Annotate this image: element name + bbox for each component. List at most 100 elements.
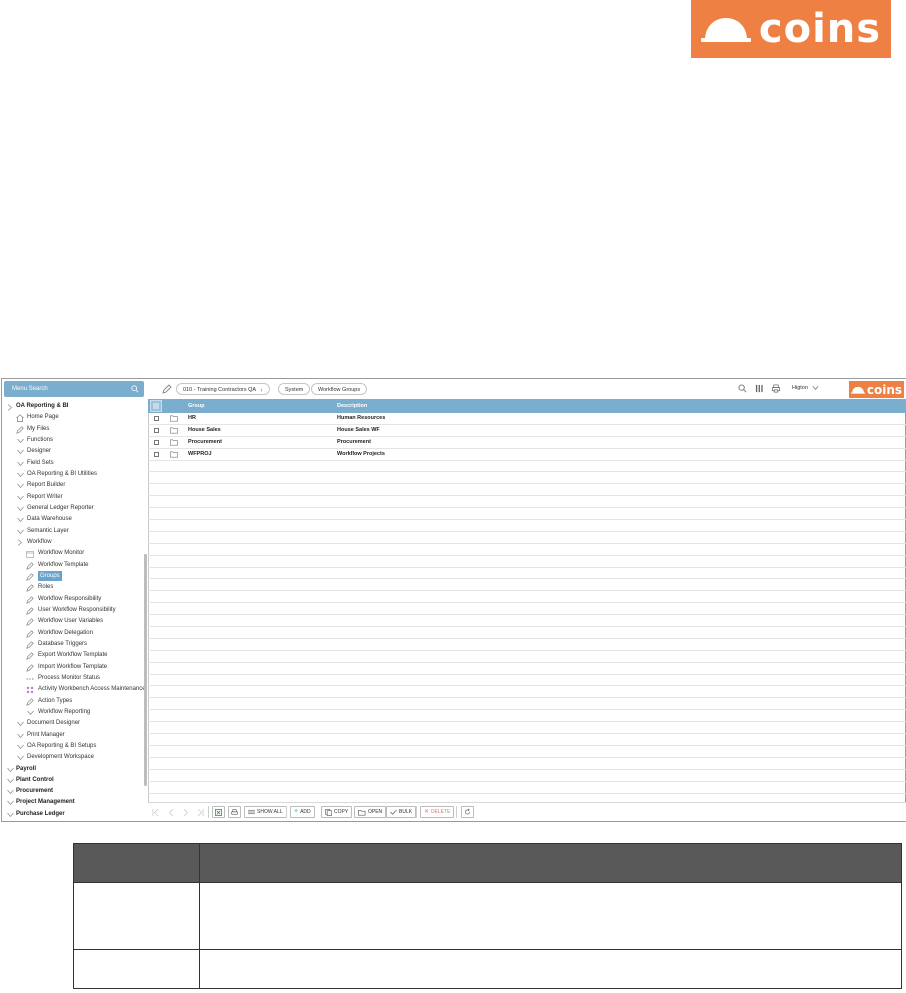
sidebar-item[interactable]: Workflow Template	[2, 560, 144, 571]
sidebar-item[interactable]: Procurement	[2, 786, 144, 797]
pencil-icon	[26, 663, 34, 672]
barcode-icon[interactable]	[755, 384, 764, 393]
sidebar-item-label: Procurement	[16, 788, 54, 795]
table-row[interactable]: HR Human Resources	[148, 413, 906, 425]
sidebar-item[interactable]: Roles	[2, 582, 144, 593]
search-icon[interactable]	[738, 384, 747, 393]
bulk-button[interactable]: BULK	[386, 806, 417, 818]
printer-icon[interactable]	[771, 384, 781, 393]
breadcrumb-workflow-groups[interactable]: Workflow Groups	[311, 383, 368, 395]
show-all-button[interactable]: SHOW ALL	[244, 806, 287, 818]
sidebar-item[interactable]: OA Reporting & BI Setups	[2, 741, 144, 752]
table-row[interactable]: Procurement Procurement	[148, 437, 906, 449]
sidebar-item[interactable]: Report Writer	[2, 492, 144, 503]
next-page-icon[interactable]	[182, 809, 190, 816]
copy-button[interactable]: COPY	[321, 806, 353, 818]
last-page-icon[interactable]	[196, 809, 204, 816]
table-row	[148, 615, 906, 628]
column-header-description[interactable]: Description	[337, 399, 367, 413]
sidebar-item[interactable]: Groups	[2, 571, 144, 582]
sidebar-item-label: Designer	[27, 448, 52, 455]
chevron-down-icon	[16, 720, 24, 728]
chevron-down-icon	[6, 788, 14, 796]
table-row	[148, 782, 906, 794]
pencil-icon[interactable]	[162, 384, 172, 394]
refresh-icon	[465, 808, 470, 815]
excel-icon	[215, 808, 222, 816]
sidebar-item[interactable]: Payroll	[2, 764, 144, 775]
column-menu-button[interactable]	[150, 400, 162, 412]
sidebar-item[interactable]: Data Warehouse	[2, 514, 144, 525]
row-checkbox[interactable]	[154, 439, 159, 445]
sidebar-item[interactable]: Document Designer	[2, 718, 144, 729]
sidebar-item[interactable]: Semantic Layer	[2, 526, 144, 537]
open-button[interactable]: OPEN	[354, 806, 387, 818]
pencil-icon	[26, 573, 34, 581]
sidebar-item[interactable]: Workflow Delegation	[2, 628, 144, 639]
sidebar-item[interactable]: Report Builder	[2, 480, 144, 491]
row-checkbox[interactable]	[154, 416, 159, 421]
print-button[interactable]	[228, 806, 241, 818]
sidebar-item[interactable]: Purchase Ledger	[2, 809, 144, 820]
refresh-button[interactable]	[461, 806, 474, 818]
sidebar-item[interactable]: Import Workflow Template	[2, 662, 144, 673]
sidebar-item-label: Functions	[27, 436, 54, 443]
sidebar-item[interactable]: Project Management	[2, 797, 144, 808]
sidebar-item[interactable]: Export Workflow Template	[2, 650, 144, 661]
folder-open-icon	[358, 809, 366, 815]
copy-icon	[325, 808, 332, 816]
sidebar-item[interactable]: Home Page	[2, 412, 144, 423]
menu-tree: OA Reporting & BI Home Page My Files Functi…	[2, 401, 146, 820]
sidebar-item[interactable]: Functions	[2, 435, 144, 446]
sidebar-item[interactable]: Database Triggers	[2, 639, 144, 650]
chevron-down-icon	[16, 482, 24, 490]
pencil-icon	[26, 595, 34, 604]
sidebar-scrollbar[interactable]	[144, 554, 147, 786]
grid-rows: HR Human Resources House Sales House Sales …	[148, 413, 906, 806]
company-selector[interactable]: 010 - Training Contractors QA ↓	[176, 383, 270, 395]
sidebar-item[interactable]: Development Workspace	[2, 752, 144, 763]
sidebar-item[interactable]: Workflow Responsibility	[2, 594, 144, 605]
chevron-down-icon	[16, 460, 24, 468]
sidebar-item[interactable]: Process Monitor Status	[2, 673, 144, 684]
sidebar-item[interactable]: Action Types	[2, 696, 144, 707]
sidebar-item[interactable]: Field Sets	[2, 458, 144, 469]
user-name[interactable]: Higton	[792, 385, 808, 391]
sidebar-item[interactable]: OA Reporting & BI Utilities	[2, 469, 144, 480]
sidebar-item[interactable]: General Ledger Reporter	[2, 503, 144, 514]
sidebar-item[interactable]: Workflow Reporting	[2, 707, 144, 718]
sidebar-item-label: Workflow Reporting	[38, 708, 91, 715]
table-row	[148, 532, 906, 544]
coins-logo-small: coins	[849, 381, 904, 398]
delete-button[interactable]: ✕ DELETE	[420, 806, 455, 818]
previous-page-icon[interactable]	[168, 809, 176, 816]
table-header-cell	[73, 843, 200, 883]
sidebar-item[interactable]: Designer	[2, 446, 144, 457]
sidebar-item[interactable]: Activity Workbench Access Maintenance	[2, 684, 146, 695]
sidebar-item[interactable]: User Workflow Responsibility	[2, 605, 144, 616]
chevron-down-icon	[6, 777, 14, 785]
menu-search-input[interactable]: Menu Search	[4, 381, 144, 397]
chevron-down-icon[interactable]	[812, 385, 819, 391]
table-row	[148, 579, 906, 592]
sidebar-item[interactable]: My Files	[2, 424, 144, 435]
first-page-icon[interactable]	[152, 809, 160, 816]
toolbar-separator	[416, 806, 417, 818]
table-row[interactable]: House Sales House Sales WF	[148, 425, 906, 437]
column-header-group[interactable]: Group	[188, 399, 205, 413]
sidebar-item[interactable]: Workflow Monitor	[2, 548, 144, 559]
sidebar-item[interactable]: Plant Control	[2, 775, 144, 786]
sidebar-item[interactable]: Print Manager	[2, 730, 144, 741]
sidebar-item-label: Purchase Ledger	[16, 810, 65, 817]
sidebar-item[interactable]: OA Reporting & BI	[2, 401, 144, 412]
add-button[interactable]: + ADD	[290, 806, 315, 818]
sidebar-item[interactable]: Workflow User Variables	[2, 616, 144, 627]
table-row[interactable]: WFPROJ Workflow Projects	[148, 449, 906, 461]
sidebar-item[interactable]: Workflow	[2, 537, 144, 548]
row-checkbox[interactable]	[154, 427, 159, 433]
export-excel-button[interactable]	[212, 806, 225, 818]
breadcrumb-system[interactable]: System	[278, 383, 311, 395]
workflow-groups-grid: Group Description HR Human Resources House…	[148, 399, 906, 806]
search-icon[interactable]	[131, 385, 139, 393]
row-checkbox[interactable]	[154, 451, 159, 457]
